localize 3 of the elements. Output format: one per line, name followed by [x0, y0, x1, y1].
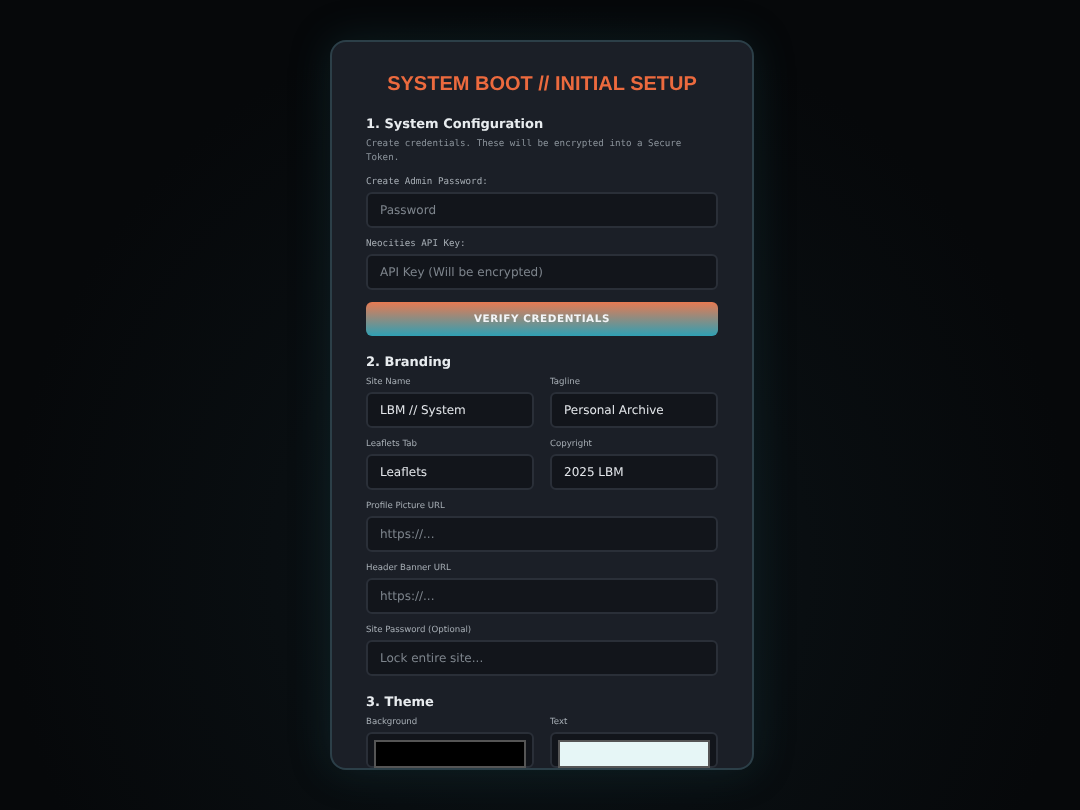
color-field[interactable]: [550, 732, 718, 768]
color-field[interactable]: [366, 732, 534, 768]
dialog-title: SYSTEM BOOT // INITIAL SETUP: [385, 74, 699, 96]
